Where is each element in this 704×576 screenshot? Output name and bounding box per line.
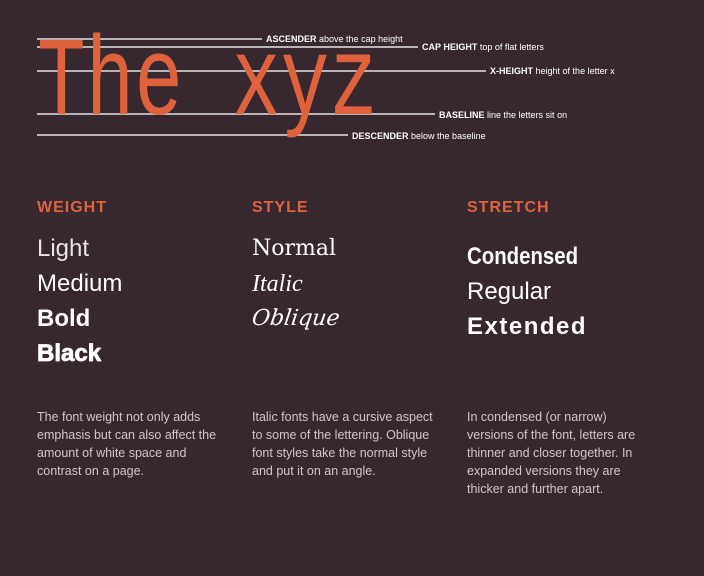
stretch-regular: Regular	[467, 278, 552, 305]
weight-description: The font weight not only adds emphasis b…	[37, 410, 217, 478]
style-italic: Italic	[252, 271, 303, 297]
style-oblique: Oblique	[250, 306, 342, 331]
style-heading: STYLE	[252, 199, 309, 216]
descender-label: DESCENDER below the baseline	[352, 131, 486, 141]
stretch-heading: STRETCH	[467, 199, 550, 216]
style-description: Italic fonts have a cursive aspect to so…	[252, 410, 433, 478]
baseline-label: BASELINE line the letters sit on	[439, 110, 568, 120]
stretch-description: In condensed (or narrow) versions of the…	[467, 410, 636, 496]
weight-medium: Medium	[37, 270, 123, 297]
cap-height-label: CAP HEIGHT top of flat letters	[422, 42, 544, 52]
stretch-extended: Extended	[467, 313, 588, 340]
weight-black: Black	[37, 340, 102, 368]
x-height-label: X-HEIGHT height of the letter x	[490, 66, 615, 76]
stretch-condensed: Condensed	[467, 243, 579, 270]
style-normal: Normal	[252, 236, 337, 261]
ascender-label: ASCENDER above the cap height	[266, 34, 403, 44]
weight-light: Light	[37, 235, 90, 262]
weight-heading: WEIGHT	[37, 199, 107, 216]
weight-bold: Bold	[37, 305, 91, 332]
